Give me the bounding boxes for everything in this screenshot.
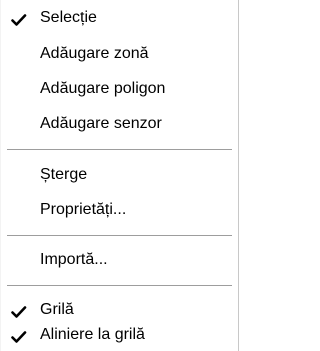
menu-separator <box>7 285 232 287</box>
check-icon <box>11 331 27 343</box>
menu-item-label: Șterge <box>40 166 88 183</box>
menu-item-add-zone[interactable]: Adăugare zonă <box>1 41 238 70</box>
menu-item-label: Proprietăți... <box>40 201 127 218</box>
menu-item-label: Adăugare zonă <box>40 45 149 62</box>
menu-item-label: Importă... <box>40 251 108 268</box>
menu-item-label: Aliniere la grilă <box>40 326 145 343</box>
menu-separator <box>7 235 232 237</box>
menu-item-selection[interactable]: Selecție <box>1 5 238 34</box>
check-icon <box>11 14 27 26</box>
menu-item-label: Adăugare senzor <box>40 115 162 132</box>
menu-item-add-polygon[interactable]: Adăugare poligon <box>1 76 238 105</box>
menu-item-label: Selecție <box>40 9 97 26</box>
menu-item-import[interactable]: Importă... <box>1 247 238 276</box>
menu-item-delete[interactable]: Șterge <box>1 162 238 191</box>
menu-item-snap-to-grid[interactable]: Aliniere la grilă <box>1 322 238 351</box>
context-menu: Selecție Adăugare zonă Adăugare poligon … <box>0 0 239 351</box>
check-icon <box>11 306 27 318</box>
menu-separator <box>7 149 232 151</box>
menu-item-properties[interactable]: Proprietăți... <box>1 197 238 226</box>
menu-item-add-sensor[interactable]: Adăugare senzor <box>1 111 238 140</box>
menu-item-label: Adăugare poligon <box>40 80 166 97</box>
menu-item-label: Grilă <box>40 301 74 318</box>
